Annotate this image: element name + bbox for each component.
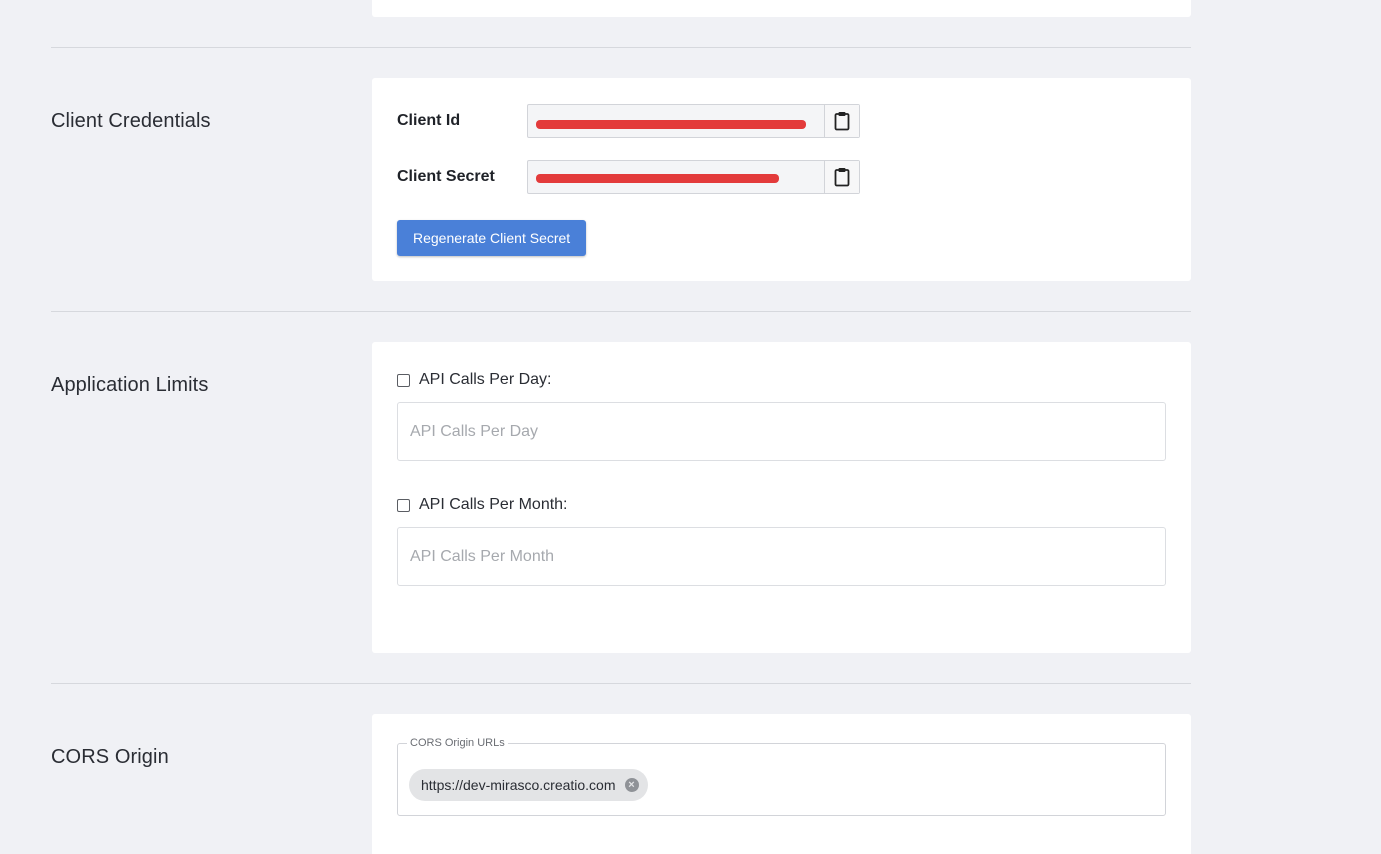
- per-day-label: API Calls Per Day:: [419, 371, 552, 388]
- client-secret-field: [527, 160, 860, 194]
- per-day-input[interactable]: [397, 402, 1166, 461]
- per-month-label: API Calls Per Month:: [419, 496, 568, 513]
- previous-section-card: [372, 0, 1191, 17]
- cors-origin-card: CORS Origin URLs https://dev-mirasco.cre…: [372, 714, 1191, 854]
- cors-url-chip: https://dev-mirasco.creatio.com ×: [409, 769, 648, 801]
- close-circle-icon[interactable]: ×: [624, 778, 639, 792]
- per-day-checkbox-row[interactable]: API Calls Per Day:: [397, 371, 551, 389]
- client-id-label: Client Id: [397, 112, 461, 129]
- cors-url-chip-label: https://dev-mirasco.creatio.com: [421, 777, 616, 793]
- application-limits-title: Application Limits: [51, 374, 209, 396]
- regenerate-secret-button[interactable]: Regenerate Client Secret: [397, 220, 587, 256]
- client-secret-value[interactable]: [528, 161, 824, 193]
- per-month-checkbox[interactable]: [397, 498, 410, 512]
- client-credentials-title: Client Credentials: [51, 110, 211, 132]
- clipboard-icon: [834, 112, 850, 131]
- client-id-value[interactable]: [528, 105, 824, 137]
- per-day-checkbox[interactable]: [397, 373, 410, 387]
- application-limits-card: API Calls Per Day: API Calls Per Month:: [372, 342, 1191, 653]
- clipboard-icon: [834, 168, 850, 187]
- section-divider: [51, 311, 1191, 312]
- settings-page: Client Credentials Client Id Client Secr…: [0, 0, 1381, 854]
- section-divider: [51, 683, 1191, 684]
- client-secret-label: Client Secret: [397, 168, 495, 185]
- redaction-mark: [536, 120, 806, 129]
- section-divider: [51, 47, 1191, 48]
- client-id-field: [527, 104, 860, 138]
- client-credentials-card: Client Id Client Secret Regenerate Clien…: [372, 78, 1191, 281]
- cors-origin-title: CORS Origin: [51, 746, 169, 768]
- cors-urls-legend: CORS Origin URLs: [407, 737, 508, 749]
- redaction-mark: [536, 174, 779, 183]
- copy-client-id-button[interactable]: [824, 105, 859, 137]
- cors-urls-field[interactable]: CORS Origin URLs https://dev-mirasco.cre…: [397, 737, 1166, 816]
- per-month-checkbox-row[interactable]: API Calls Per Month:: [397, 496, 568, 514]
- per-month-input[interactable]: [397, 527, 1166, 586]
- copy-client-secret-button[interactable]: [824, 161, 859, 193]
